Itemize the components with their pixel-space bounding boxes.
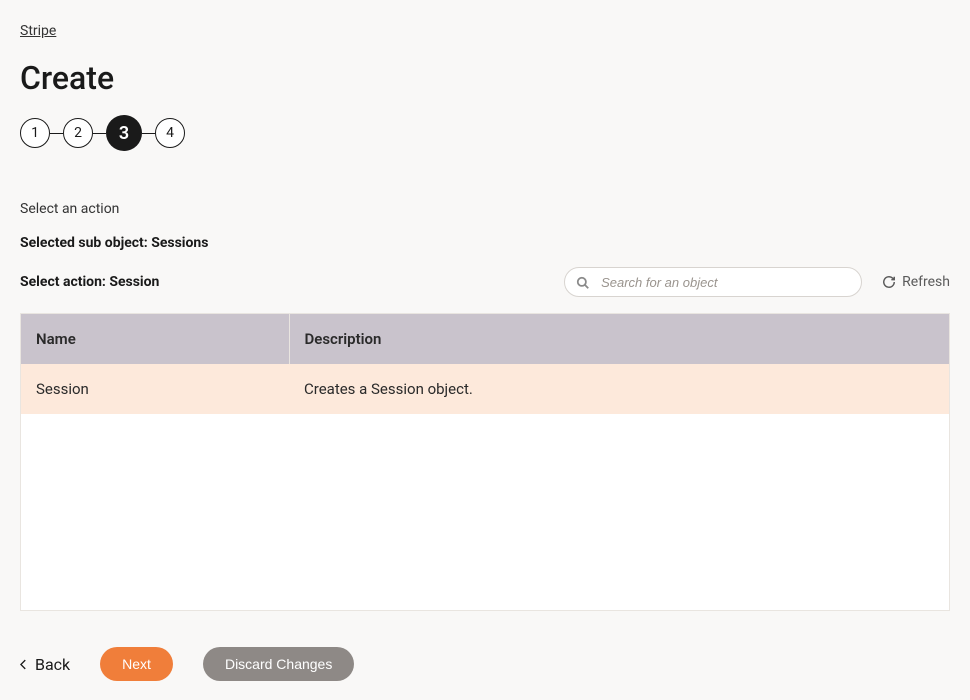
section-label: Select an action xyxy=(20,201,950,217)
refresh-label: Refresh xyxy=(902,274,950,290)
step-connector xyxy=(93,133,106,134)
discard-button[interactable]: Discard Changes xyxy=(203,647,354,681)
select-action: Select action: Session xyxy=(20,274,159,290)
step-3[interactable]: 3 xyxy=(106,115,142,151)
search-icon xyxy=(576,275,590,289)
step-2[interactable]: 2 xyxy=(63,118,93,148)
search-input[interactable] xyxy=(564,267,862,297)
table-cell-name: Session xyxy=(21,364,289,414)
next-button[interactable]: Next xyxy=(100,647,173,681)
table-header-name: Name xyxy=(21,314,289,364)
page-title: Create xyxy=(20,59,950,97)
selected-sub-object: Selected sub object: Sessions xyxy=(20,235,950,251)
back-label: Back xyxy=(35,655,70,674)
refresh-icon xyxy=(882,275,896,289)
search-wrapper xyxy=(564,267,862,297)
action-table: Name Description Session Creates a Sessi… xyxy=(20,313,950,611)
step-connector xyxy=(142,133,155,134)
table-cell-description: Creates a Session object. xyxy=(289,364,949,414)
footer-actions: Back Next Discard Changes xyxy=(20,647,950,681)
table-row[interactable]: Session Creates a Session object. xyxy=(21,364,949,414)
breadcrumb[interactable]: Stripe xyxy=(20,23,56,39)
chevron-left-icon xyxy=(20,655,27,674)
step-connector xyxy=(50,133,63,134)
stepper: 1 2 3 4 xyxy=(20,115,950,151)
refresh-button[interactable]: Refresh xyxy=(882,274,950,290)
step-1[interactable]: 1 xyxy=(20,118,50,148)
step-4[interactable]: 4 xyxy=(155,118,185,148)
table-header-description: Description xyxy=(289,314,949,364)
back-button[interactable]: Back xyxy=(20,655,70,674)
